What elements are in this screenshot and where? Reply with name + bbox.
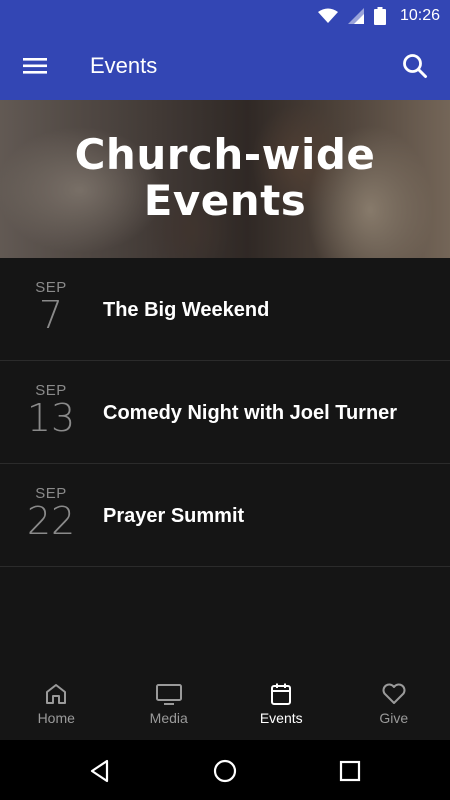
- nav-events-label: Events: [259, 710, 303, 726]
- recents-square-icon: [339, 760, 361, 782]
- hamburger-icon: [23, 58, 47, 74]
- calendar-icon: [271, 683, 292, 705]
- system-home-button[interactable]: [212, 758, 238, 784]
- battery-icon: [373, 7, 386, 25]
- event-name: Prayer Summit: [103, 505, 245, 527]
- system-recents-button[interactable]: [337, 758, 363, 784]
- back-triangle-icon: [90, 759, 109, 783]
- bottom-navigation: Home Media Events Give: [0, 670, 450, 740]
- hero-banner: Church-wide Events: [0, 100, 450, 258]
- event-item[interactable]: SEP 7 The Big Weekend: [0, 258, 450, 361]
- home-circle-icon: [213, 759, 237, 783]
- home-icon: [46, 684, 67, 704]
- wifi-icon: [317, 8, 338, 23]
- hero-title-line-1: Church-wide: [74, 130, 376, 179]
- event-item[interactable]: SEP 13 Comedy Night with Joel Turner: [0, 361, 450, 464]
- nav-give-label: Give: [379, 710, 409, 726]
- event-name: Comedy Night with Joel Turner: [103, 402, 398, 424]
- tv-icon: [155, 684, 182, 705]
- event-date: SEP 22: [20, 486, 82, 543]
- search-button[interactable]: [402, 52, 428, 80]
- search-icon: [403, 54, 427, 78]
- system-back-button[interactable]: [87, 758, 113, 784]
- nav-media[interactable]: Media: [113, 670, 226, 740]
- nav-media-label: Media: [149, 710, 188, 726]
- hero-title-line-2: Events: [143, 176, 307, 225]
- nav-events[interactable]: Events: [225, 670, 338, 740]
- status-time: 10:26: [399, 7, 440, 24]
- event-date: SEP 7: [20, 280, 82, 337]
- event-day: 7: [38, 293, 64, 337]
- cell-signal-icon: [347, 8, 364, 24]
- event-date: SEP 13: [20, 383, 82, 440]
- heart-icon: [382, 683, 406, 704]
- event-list: SEP 7 The Big Weekend SEP 13 Comedy Nigh…: [0, 258, 450, 567]
- event-item[interactable]: SEP 22 Prayer Summit: [0, 464, 450, 567]
- page-title: Events: [90, 53, 158, 78]
- hero-title: Church-wide Events: [0, 132, 450, 224]
- nav-give[interactable]: Give: [338, 670, 450, 740]
- app-bar: Events: [0, 32, 450, 100]
- nav-home[interactable]: Home: [0, 670, 113, 740]
- system-navigation-bar: [0, 740, 450, 800]
- menu-button[interactable]: [22, 54, 48, 78]
- nav-home-label: Home: [37, 710, 75, 726]
- event-name: The Big Weekend: [103, 299, 270, 321]
- status-bar: 10:26: [0, 0, 450, 32]
- event-day: 13: [26, 396, 76, 440]
- event-day: 22: [26, 499, 76, 543]
